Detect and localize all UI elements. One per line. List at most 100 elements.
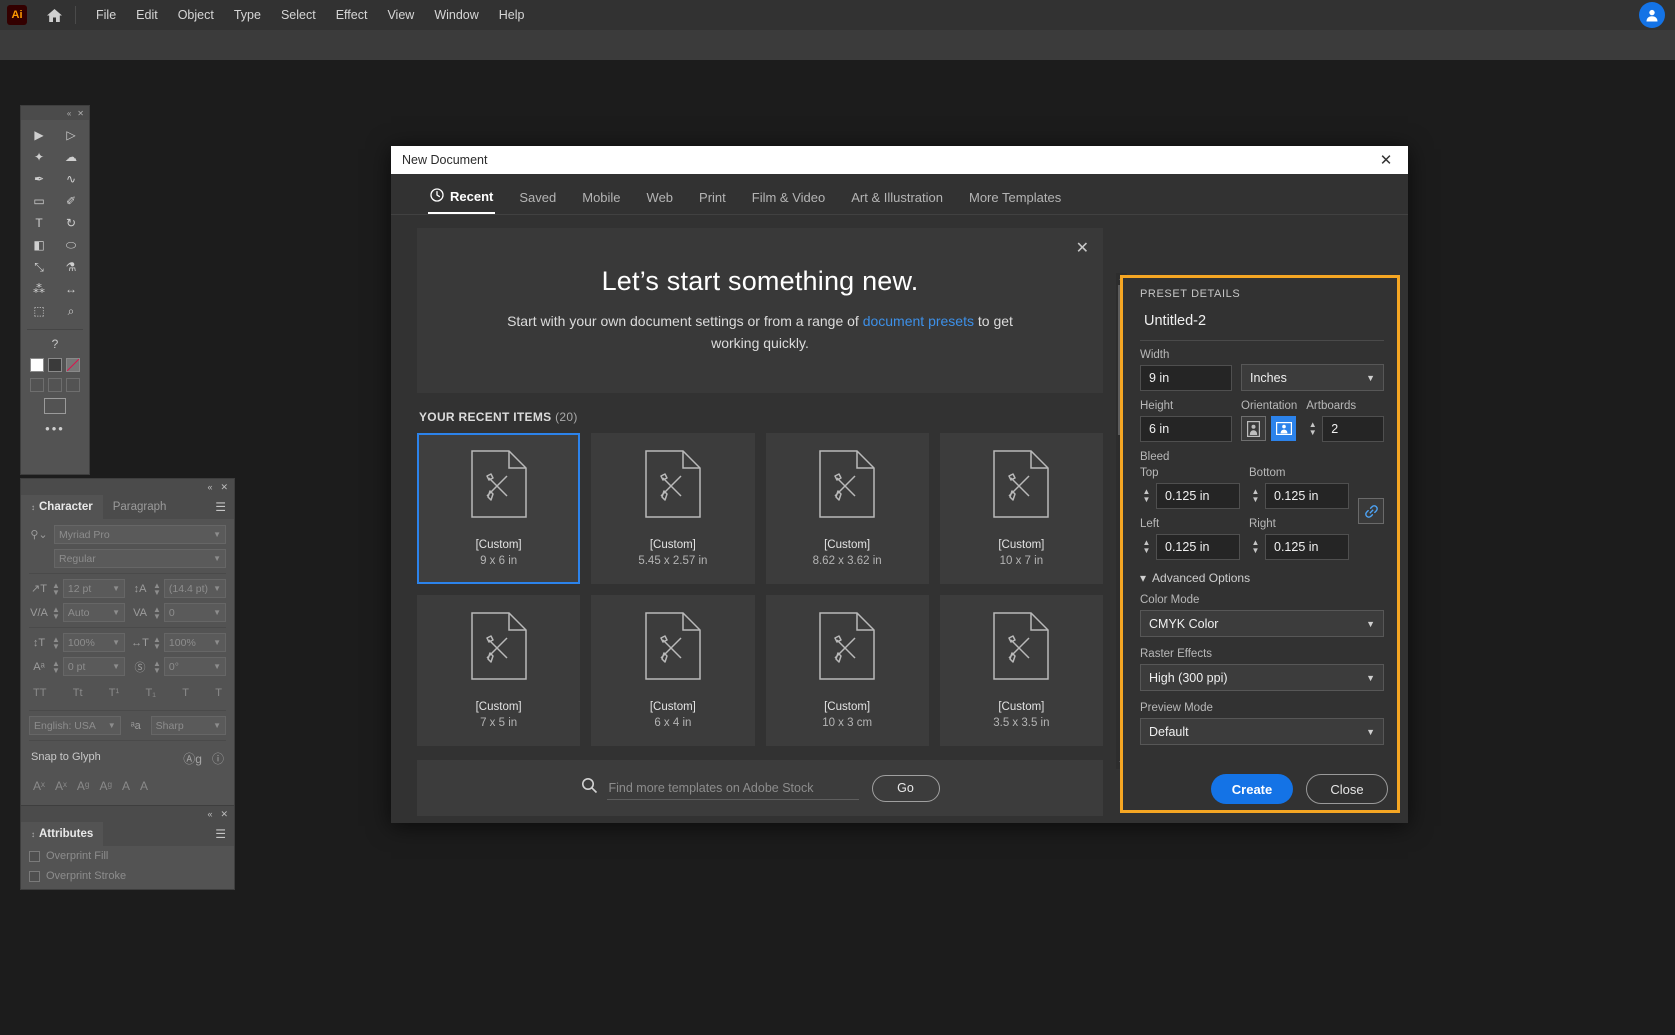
type-style-button-5[interactable]: T (215, 687, 222, 699)
width-input[interactable] (1140, 365, 1232, 391)
scale-tool[interactable]: ⤡ (23, 256, 55, 278)
glyph-align-button-5[interactable]: A (140, 779, 148, 793)
recent-item-card[interactable]: [Custom] 10 x 3 cm (765, 595, 929, 746)
panel-menu-icon[interactable]: ☰ (207, 495, 234, 519)
menu-item-type[interactable]: Type (224, 4, 271, 26)
bleed-right-input[interactable] (1265, 534, 1349, 560)
tracking-field[interactable]: 0 ▼ (163, 603, 226, 622)
font-style-field[interactable]: Regular ▼ (54, 549, 226, 568)
preview-mode-select[interactable]: Default ▼ (1140, 718, 1384, 745)
bleed-bottom-input[interactable] (1265, 483, 1349, 509)
bleed-top-stepper[interactable]: ▲ ▼ (1140, 488, 1153, 504)
bleed-right-stepper[interactable]: ▲ ▼ (1249, 539, 1262, 555)
raster-effects-select[interactable]: High (300 ppi) ▼ (1140, 664, 1384, 691)
menu-item-object[interactable]: Object (168, 4, 224, 26)
type-style-button-0[interactable]: TT (33, 687, 46, 699)
gradient-tool[interactable]: ◧ (23, 234, 55, 256)
none-swatch[interactable] (66, 358, 80, 372)
stock-search-input[interactable] (606, 776, 859, 800)
advanced-options-toggle[interactable]: ▾ Advanced Options (1140, 571, 1384, 585)
glyph-box-icon[interactable]: Ⓐg (183, 750, 202, 767)
leading-field[interactable]: (14.4 pt) ▼ (163, 579, 226, 598)
collapse-icon[interactable]: « (67, 109, 71, 118)
type-style-button-3[interactable]: T₁ (145, 687, 155, 699)
width-tool[interactable]: ↔ (55, 278, 87, 300)
tab-film-video[interactable]: Film & Video (739, 190, 838, 214)
horizontal-scale-stepper[interactable]: ▲ ▼ (153, 635, 161, 650)
screen-mode-icon[interactable] (44, 398, 66, 414)
type-style-button-2[interactable]: T¹ (109, 687, 119, 699)
kerning-stepper[interactable]: ▲ ▼ (52, 605, 60, 620)
tab-mobile[interactable]: Mobile (569, 190, 633, 214)
glyph-align-button-2[interactable]: Aᵍ (77, 779, 90, 793)
close-button[interactable]: Close (1306, 774, 1388, 804)
bleed-top-input[interactable] (1156, 483, 1240, 509)
close-icon[interactable]: ✕ (220, 482, 228, 492)
recent-item-card[interactable]: [Custom] 7 x 5 in (417, 595, 581, 746)
kerning-field[interactable]: Auto ▼ (62, 603, 125, 622)
draw-normal-icon[interactable] (30, 378, 44, 392)
zoom-tool[interactable]: ⌕ (55, 300, 87, 322)
bleed-left-input[interactable] (1156, 534, 1240, 560)
recent-item-card[interactable]: [Custom] 6 x 4 in (591, 595, 755, 746)
menu-item-view[interactable]: View (377, 4, 424, 26)
height-input[interactable] (1140, 416, 1232, 442)
shaper-tool[interactable]: ⬭ (55, 234, 87, 256)
paintbrush-tool[interactable]: ✐ (55, 190, 87, 212)
type-style-button-1[interactable]: Tt (73, 687, 83, 699)
pen-tool[interactable]: ✒ (23, 168, 55, 190)
orientation-portrait-button[interactable] (1241, 416, 1266, 441)
tab-art-illustration[interactable]: Art & Illustration (838, 190, 956, 214)
tab-web[interactable]: Web (634, 190, 687, 214)
info-icon[interactable]: ⓘ (212, 750, 224, 767)
overprint-fill-checkbox[interactable] (29, 850, 40, 862)
leading-stepper[interactable]: ▲ ▼ (153, 581, 161, 596)
recent-item-card[interactable]: [Custom] 8.62 x 3.62 in (765, 433, 929, 584)
stroke-swatch[interactable] (48, 358, 62, 372)
menu-item-effect[interactable]: Effect (326, 4, 378, 26)
type-style-button-4[interactable]: T (182, 687, 189, 699)
glyph-align-button-4[interactable]: A (122, 779, 130, 793)
units-select[interactable]: Inches ▼ (1241, 364, 1384, 391)
fill-swatch[interactable] (30, 358, 44, 372)
tab-more-templates[interactable]: More Templates (956, 190, 1074, 214)
baseline-shift-stepper[interactable]: ▲ ▼ (52, 659, 60, 674)
panel-menu-icon[interactable]: ☰ (207, 822, 234, 846)
font-family-field[interactable]: Myriad Pro ▼ (54, 525, 226, 544)
artboards-stepper[interactable]: ▲ ▼ (1306, 421, 1319, 437)
tab-saved[interactable]: Saved (506, 190, 569, 214)
recent-item-card[interactable]: [Custom] 10 x 7 in (939, 433, 1103, 584)
curvature-tool[interactable]: ∿ (55, 168, 87, 190)
menu-item-select[interactable]: Select (271, 4, 326, 26)
tab-attributes[interactable]: ↕ Attributes (21, 822, 104, 846)
tracking-stepper[interactable]: ▲ ▼ (153, 605, 161, 620)
home-icon[interactable] (43, 4, 65, 26)
overprint-stroke-row[interactable]: Overprint Stroke (21, 866, 234, 886)
create-button[interactable]: Create (1211, 774, 1293, 804)
anti-alias-field[interactable]: Sharp ▼ (150, 716, 226, 735)
search-font-icon[interactable]: ⚲⌄ (29, 528, 49, 541)
language-field[interactable]: English: USA ▼ (29, 716, 121, 735)
tab-print[interactable]: Print (686, 190, 739, 214)
recent-item-card[interactable]: [Custom] 5.45 x 2.57 in (591, 433, 755, 584)
glyph-align-button-0[interactable]: Aˣ (33, 779, 45, 793)
horizontal-scale-field[interactable]: 100% ▼ (163, 633, 226, 652)
menu-item-window[interactable]: Window (424, 4, 488, 26)
character-rotation-field[interactable]: 0° ▼ (163, 657, 226, 676)
close-icon[interactable]: ✕ (77, 109, 84, 118)
overprint-stroke-checkbox[interactable] (29, 870, 40, 882)
menu-item-help[interactable]: Help (489, 4, 535, 26)
recent-item-card[interactable]: [Custom] 9 x 6 in (417, 433, 581, 584)
orientation-landscape-button[interactable] (1271, 416, 1296, 441)
overprint-fill-row[interactable]: Overprint Fill (21, 846, 234, 866)
character-rotation-stepper[interactable]: ▲ ▼ (153, 659, 161, 674)
document-presets-link[interactable]: document presets (863, 313, 974, 329)
collapse-icon[interactable]: « (207, 809, 212, 819)
vertical-scale-field[interactable]: 100% ▼ (62, 633, 125, 652)
user-avatar[interactable] (1639, 2, 1665, 28)
artboards-input[interactable] (1322, 416, 1384, 442)
color-mode-select[interactable]: CMYK Color ▼ (1140, 610, 1384, 637)
draw-behind-icon[interactable] (48, 378, 62, 392)
type-tool[interactable]: T (23, 212, 55, 234)
rectangle-tool[interactable]: ▭ (23, 190, 55, 212)
